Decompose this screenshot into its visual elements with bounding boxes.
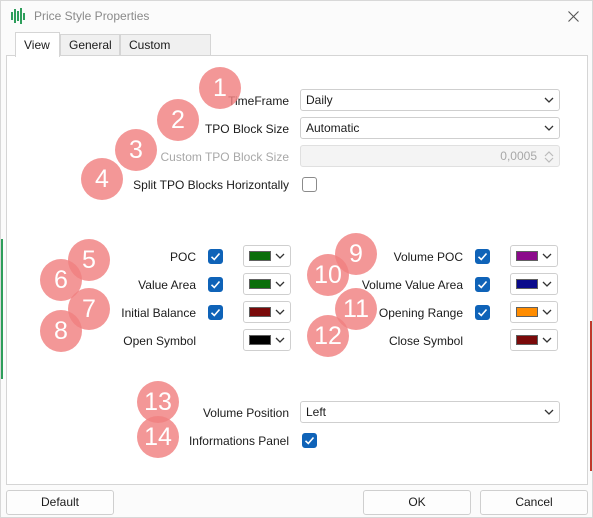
callout-badge-2: 2: [157, 99, 199, 141]
window-title: Price Style Properties: [34, 9, 150, 23]
callout-badge-3: 3: [115, 129, 157, 171]
price-style-properties-dialog: Price Style Properties View General Cust…: [0, 0, 593, 518]
tab-custom-lines[interactable]: Custom Lines: [120, 34, 211, 73]
checkmark-icon: [304, 436, 315, 445]
value-area-color-picker[interactable]: [243, 273, 291, 295]
volume-position-select[interactable]: Left: [300, 401, 560, 423]
volume-value-area-color-picker[interactable]: [510, 273, 558, 295]
volume-value-area-label: Volume Value Area: [361, 278, 463, 292]
chevron-down-icon: [542, 337, 552, 343]
volume-value-area-checkbox[interactable]: [475, 277, 490, 292]
close-symbol-color-swatch: [516, 335, 538, 345]
close-symbol-color-picker[interactable]: [510, 329, 558, 351]
open-symbol-color-swatch: [249, 335, 271, 345]
tab-general[interactable]: General: [60, 34, 120, 56]
informations-panel-label: Informations Panel: [188, 434, 289, 448]
right-edge-mark: [590, 321, 592, 471]
callout-badge-10: 10: [307, 254, 349, 296]
volume-value-area-color-swatch: [516, 279, 538, 289]
value-area-color-swatch: [249, 279, 271, 289]
chevron-down-icon: [542, 253, 552, 259]
checkmark-icon: [210, 252, 221, 261]
chevron-down-icon: [542, 309, 552, 315]
ok-button[interactable]: OK: [363, 490, 471, 515]
app-chart-icon: [11, 8, 25, 24]
custom-tpo-block-size-value: 0,0005: [500, 149, 537, 163]
informations-panel-checkbox[interactable]: [302, 433, 317, 448]
volume-position-value: Left: [306, 405, 327, 419]
callout-badge-4: 4: [81, 158, 123, 200]
initial-balance-color-swatch: [249, 307, 271, 317]
value-area-checkbox[interactable]: [208, 277, 223, 292]
spinner-icon: [544, 151, 554, 163]
checkmark-icon: [210, 308, 221, 317]
chevron-down-icon: [275, 337, 285, 343]
open-symbol-label: Open Symbol: [123, 334, 196, 348]
opening-range-color-picker[interactable]: [510, 301, 558, 323]
chevron-down-icon: [542, 281, 552, 287]
chevron-down-icon: [544, 97, 554, 103]
timeframe-select[interactable]: Daily: [300, 89, 560, 111]
initial-balance-checkbox[interactable]: [208, 305, 223, 320]
chevron-down-icon: [544, 409, 554, 415]
open-symbol-color-picker[interactable]: [243, 329, 291, 351]
callout-badge-1: 1: [199, 67, 241, 109]
checkmark-icon: [477, 280, 488, 289]
volume-poc-checkbox[interactable]: [475, 249, 490, 264]
opening-range-label: Opening Range: [378, 306, 463, 320]
close-button[interactable]: [561, 5, 585, 27]
left-edge-mark: [1, 239, 3, 379]
callout-badge-14: 14: [137, 416, 179, 458]
volume-position-label: Volume Position: [202, 406, 289, 420]
initial-balance-color-picker[interactable]: [243, 301, 291, 323]
chevron-down-icon: [275, 281, 285, 287]
custom-tpo-block-size-label: Custom TPO Block Size: [160, 150, 289, 164]
poc-checkbox[interactable]: [208, 249, 223, 264]
checkmark-icon: [477, 252, 488, 261]
volume-poc-label: Volume POC: [393, 250, 463, 264]
chevron-down-icon: [275, 253, 285, 259]
default-button[interactable]: Default: [6, 490, 114, 515]
callout-badge-12: 12: [307, 315, 349, 357]
volume-poc-color-swatch: [516, 251, 538, 261]
poc-color-swatch: [249, 251, 271, 261]
callout-badge-8: 8: [40, 310, 82, 352]
chevron-down-icon: [544, 125, 554, 131]
cancel-button[interactable]: Cancel: [480, 490, 588, 515]
timeframe-value: Daily: [306, 93, 333, 107]
title-bar: Price Style Properties: [1, 1, 592, 31]
split-tpo-blocks-checkbox[interactable]: [302, 177, 317, 192]
initial-balance-label: Initial Balance: [121, 306, 196, 320]
poc-label: POC: [169, 250, 196, 264]
value-area-label: Value Area: [138, 278, 196, 292]
close-icon: [567, 10, 579, 22]
custom-tpo-block-size-input: 0,0005: [300, 145, 560, 167]
chevron-down-icon: [275, 309, 285, 315]
tpo-block-size-select[interactable]: Automatic: [300, 117, 560, 139]
tab-view[interactable]: View: [15, 32, 60, 57]
opening-range-checkbox[interactable]: [475, 305, 490, 320]
volume-poc-color-picker[interactable]: [510, 245, 558, 267]
close-symbol-label: Close Symbol: [388, 334, 463, 348]
tpo-block-size-label: TPO Block Size: [204, 122, 289, 136]
opening-range-color-swatch: [516, 307, 538, 317]
poc-color-picker[interactable]: [243, 245, 291, 267]
split-tpo-blocks-label: Split TPO Blocks Horizontally: [133, 178, 289, 192]
checkmark-icon: [477, 308, 488, 317]
tpo-block-size-value: Automatic: [306, 121, 360, 135]
checkmark-icon: [210, 280, 221, 289]
